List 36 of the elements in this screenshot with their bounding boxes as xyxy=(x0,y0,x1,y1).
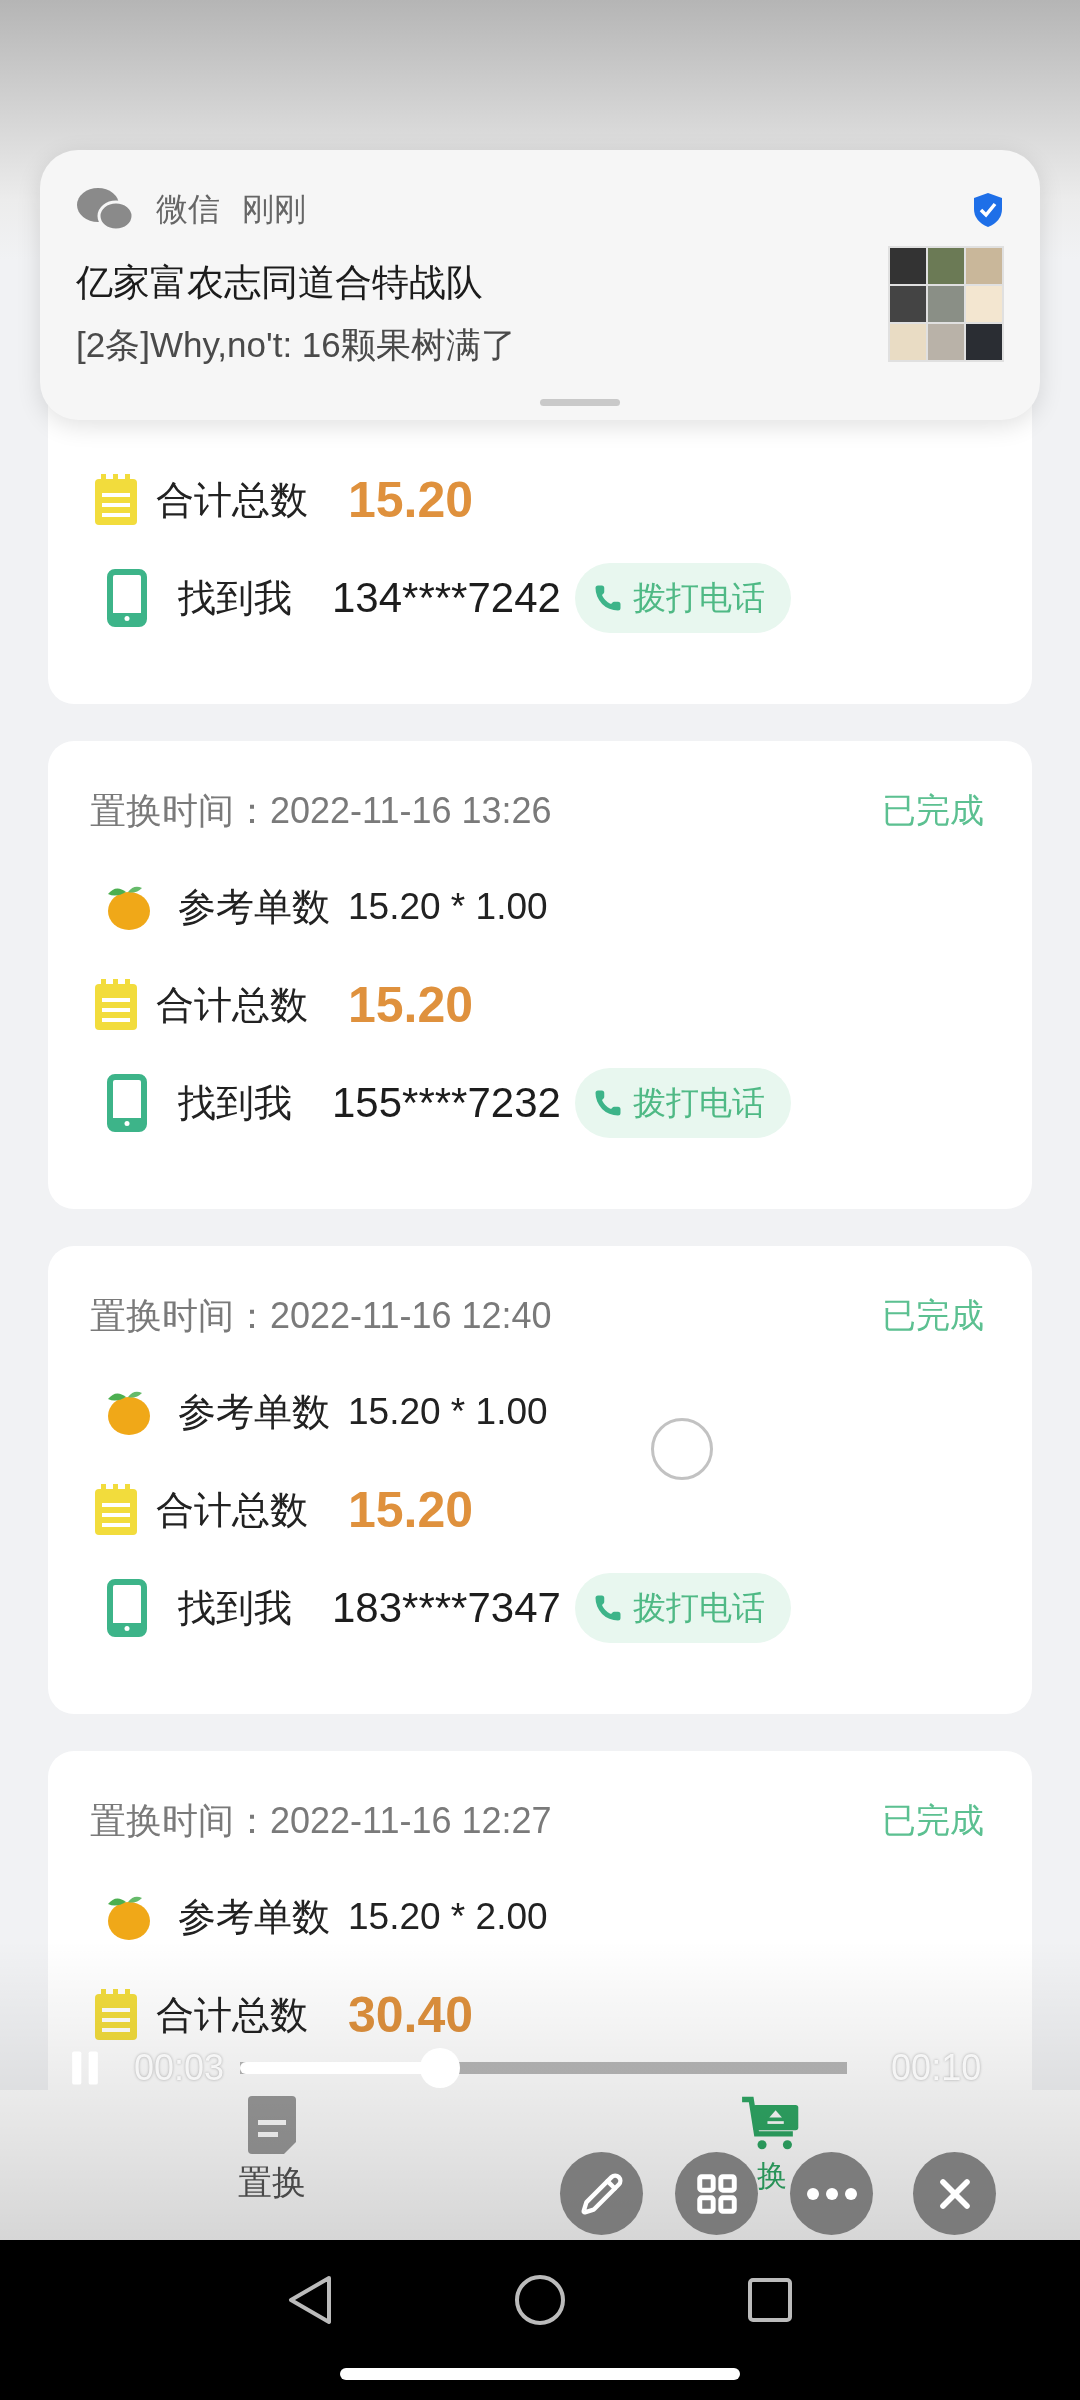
contact-label: 找到我 xyxy=(178,575,292,621)
phone-number: 183****7347 xyxy=(332,1584,561,1632)
tab-label[interactable]: 换 xyxy=(757,2156,787,2197)
phone-number: 134****7242 xyxy=(332,574,561,622)
call-button[interactable]: 拨打电话 xyxy=(574,563,791,633)
tab-label[interactable]: 置换 xyxy=(238,2160,306,2206)
total-value: 15.20 xyxy=(348,471,474,529)
status-label: 已完成 xyxy=(882,1295,984,1336)
exchange-time: 置换时间：2022-11-16 12:40 xyxy=(90,1293,552,1338)
reference-label: 参考单数 xyxy=(178,1894,330,1940)
notification-message: [2条]Why,no't: 16颗果树满了 xyxy=(76,324,516,366)
contact-label: 找到我 xyxy=(178,1080,292,1126)
total-label: 合计总数 xyxy=(156,1487,308,1533)
call-button[interactable]: 拨打电话 xyxy=(574,1573,791,1643)
call-button[interactable]: 拨打电话 xyxy=(574,1068,791,1138)
app-name: 微信 xyxy=(156,190,220,229)
exchange-time: 置换时间：2022-11-16 13:26 xyxy=(90,788,552,833)
reference-value: 15.20 * 1.00 xyxy=(348,1391,548,1433)
notification-title: 亿家富农志同道合特战队 xyxy=(76,261,484,305)
total-label: 合计总数 xyxy=(156,477,308,523)
total-value: 15.20 xyxy=(348,976,474,1034)
reference-label: 参考单数 xyxy=(178,1389,330,1435)
total-label: 合计总数 xyxy=(156,1992,308,2038)
notification-card[interactable]: 微信 刚刚 亿家富农志同道合特战队 [2条]Why,no't: 16颗果树满了 xyxy=(40,150,1040,420)
notification-time: 刚刚 xyxy=(242,190,306,229)
total-label: 合计总数 xyxy=(156,982,308,1028)
exchange-time: 置换时间：2022-11-16 12:27 xyxy=(90,1798,552,1843)
status-label: 已完成 xyxy=(882,790,984,831)
reference-label: 参考单数 xyxy=(178,884,330,930)
status-label: 已完成 xyxy=(882,1800,984,1841)
total-value: 15.20 xyxy=(348,1481,474,1539)
total-value: 30.40 xyxy=(348,1986,474,2044)
phone-number: 155****7232 xyxy=(332,1079,561,1127)
reference-value: 15.20 * 2.00 xyxy=(348,1896,548,1938)
contact-label: 找到我 xyxy=(178,1585,292,1631)
reference-value: 15.20 * 1.00 xyxy=(348,886,548,928)
